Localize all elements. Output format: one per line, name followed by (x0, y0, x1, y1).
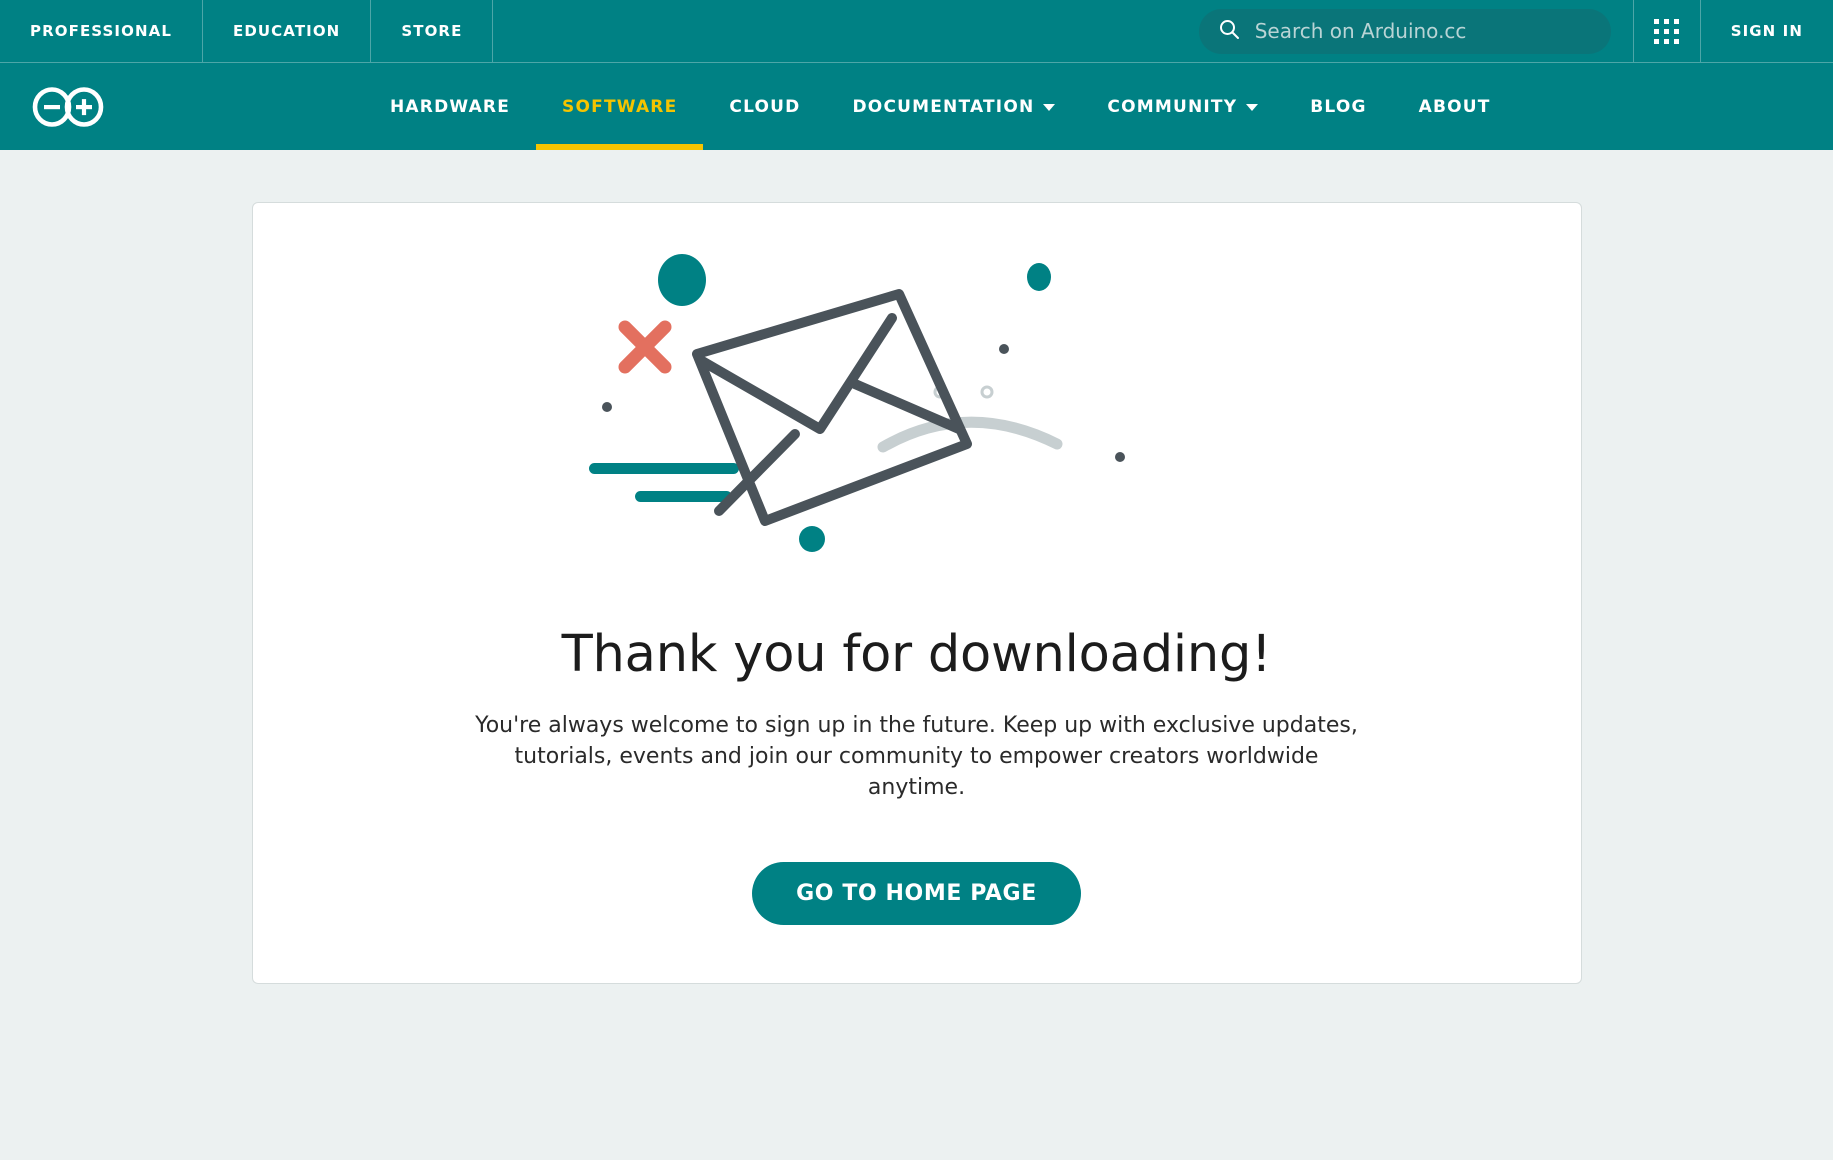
utility-bar: PROFESSIONAL EDUCATION STORE SIGN IN (0, 0, 1833, 63)
decor-dot-teal-top-right (1026, 263, 1051, 291)
tilted-envelope-illustration (588, 254, 1125, 552)
page-content: Thank you for downloading! You're always… (0, 150, 1833, 1036)
utility-link-store[interactable]: STORE (371, 0, 494, 62)
nav-label-hardware: HARDWARE (390, 96, 511, 117)
nav-item-blog[interactable]: BLOG (1284, 63, 1392, 150)
nav-item-community[interactable]: COMMUNITY (1081, 63, 1284, 150)
search-box[interactable] (1198, 8, 1611, 54)
arduino-infinity-logo[interactable] (32, 84, 104, 130)
decor-dot-dark-3 (1114, 452, 1125, 462)
go-to-home-page-button[interactable]: GO TO HOME PAGE (752, 861, 1081, 925)
nav-item-hardware[interactable]: HARDWARE (364, 63, 536, 150)
decor-dot-teal-bottom (798, 526, 825, 552)
utility-link-education[interactable]: EDUCATION (203, 0, 372, 62)
decor-line-teal-2 (634, 491, 732, 502)
search-input[interactable] (1254, 19, 1593, 43)
nav-label-software: SOFTWARE (562, 96, 678, 117)
nav-item-software[interactable]: SOFTWARE (536, 63, 704, 150)
decor-circle-outline-2 (980, 385, 993, 399)
envelope-shape (691, 289, 972, 526)
nav-item-cloud[interactable]: CLOUD (703, 63, 826, 150)
nav-label-documentation: DOCUMENTATION (852, 96, 1035, 117)
page-title: Thank you for downloading! (561, 625, 1272, 684)
decor-x-mark-red (618, 320, 671, 374)
search-container (1198, 0, 1633, 62)
decor-dot-dark-2 (601, 402, 612, 412)
nav-label-blog: BLOG (1310, 96, 1367, 117)
apps-grid-dots (1654, 18, 1680, 44)
sign-in-button[interactable]: SIGN IN (1701, 0, 1833, 62)
chevron-down-icon (1246, 104, 1259, 111)
decor-dot-dark-1 (998, 344, 1009, 354)
main-navigation: HARDWARE SOFTWARE CLOUD DOCUMENTATION CO… (0, 63, 1833, 150)
confirmation-card: Thank you for downloading! You're always… (251, 202, 1582, 984)
page-subtext: You're always welcome to sign up in the … (475, 713, 1358, 801)
decor-line-teal-1 (588, 463, 739, 474)
nav-item-documentation[interactable]: DOCUMENTATION (826, 63, 1081, 150)
utility-bar-spacer (493, 0, 1198, 62)
decor-dot-large-teal (657, 254, 706, 306)
utility-link-professional[interactable]: PROFESSIONAL (0, 0, 203, 62)
nav-label-cloud: CLOUD (729, 96, 801, 117)
search-icon (1217, 17, 1241, 45)
apps-grid-icon[interactable] (1632, 0, 1701, 62)
chevron-down-icon (1043, 104, 1056, 111)
nav-label-about: ABOUT (1418, 96, 1491, 117)
nav-links: HARDWARE SOFTWARE CLOUD DOCUMENTATION CO… (364, 63, 1517, 150)
nav-item-about[interactable]: ABOUT (1393, 63, 1517, 150)
nav-label-community: COMMUNITY (1107, 96, 1238, 117)
